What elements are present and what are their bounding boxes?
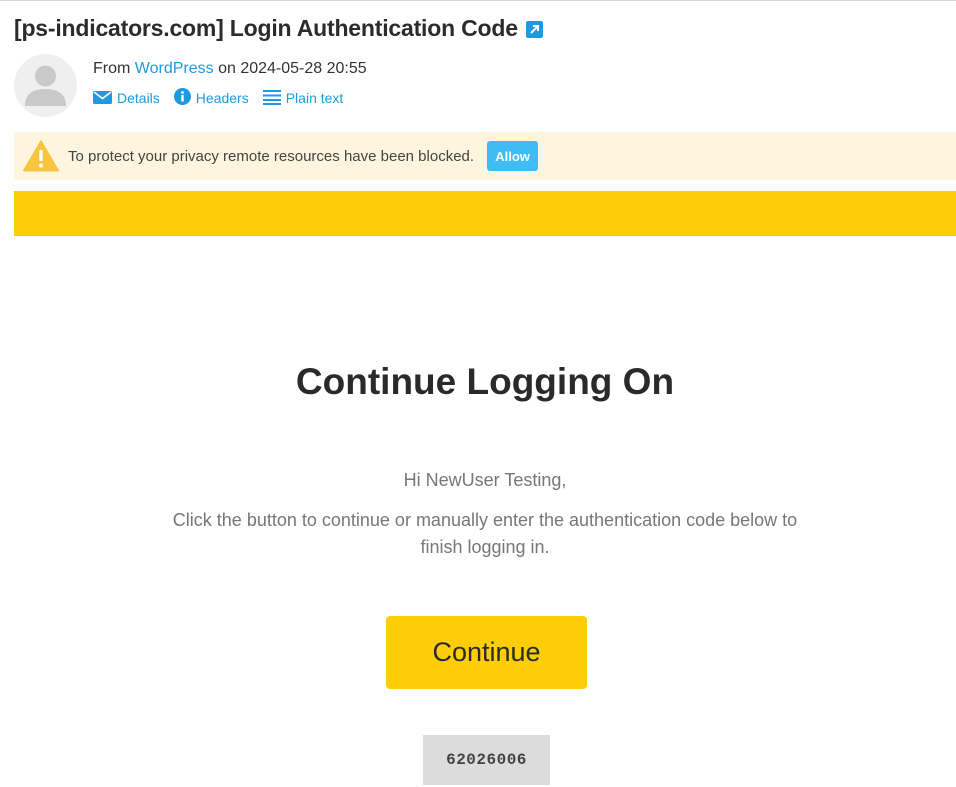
envelope-icon (93, 90, 112, 107)
email-header-band (14, 191, 956, 236)
info-icon (173, 88, 191, 108)
email-greeting: Hi NewUser Testing, (403, 470, 567, 490)
message-subject: [ps-indicators.com] Login Authentication… (14, 15, 518, 41)
message-actions: Details Headers Plain text (93, 88, 357, 108)
warning-icon (23, 140, 59, 172)
allow-button[interactable]: Allow (487, 141, 539, 171)
continue-button[interactable]: Continue (386, 616, 587, 689)
on-label: on (218, 60, 236, 77)
email-instructions: Click the button to continue or manually… (172, 510, 798, 557)
email-viewer: [ps-indicators.com] Login Authentication… (0, 0, 956, 787)
privacy-text: To protect your privacy remote resources… (68, 147, 475, 165)
sender-link[interactable]: WordPress (135, 60, 214, 77)
plain-text-label: Plain text (285, 90, 344, 106)
message-date: 2024-05-28 20:55 (240, 60, 367, 77)
message-meta: From WordPress on 2024-05-28 20:55 (93, 60, 367, 78)
plain-text-link[interactable]: Plain text (262, 89, 344, 108)
email-heading: Continue Logging On (295, 361, 675, 402)
headers-label: Headers (195, 90, 249, 106)
sender-avatar (14, 54, 77, 117)
details-label: Details (117, 90, 160, 106)
headers-link[interactable]: Headers (173, 88, 249, 108)
user-avatar-icon (25, 65, 66, 106)
external-link-icon[interactable] (525, 21, 543, 38)
lines-icon (262, 89, 281, 108)
subject-row: [ps-indicators.com] Login Authentication… (14, 15, 543, 42)
details-link[interactable]: Details (93, 90, 160, 107)
authentication-code: 62026006 (423, 735, 550, 785)
privacy-notice: To protect your privacy remote resources… (14, 132, 956, 180)
from-label: From (93, 60, 131, 77)
